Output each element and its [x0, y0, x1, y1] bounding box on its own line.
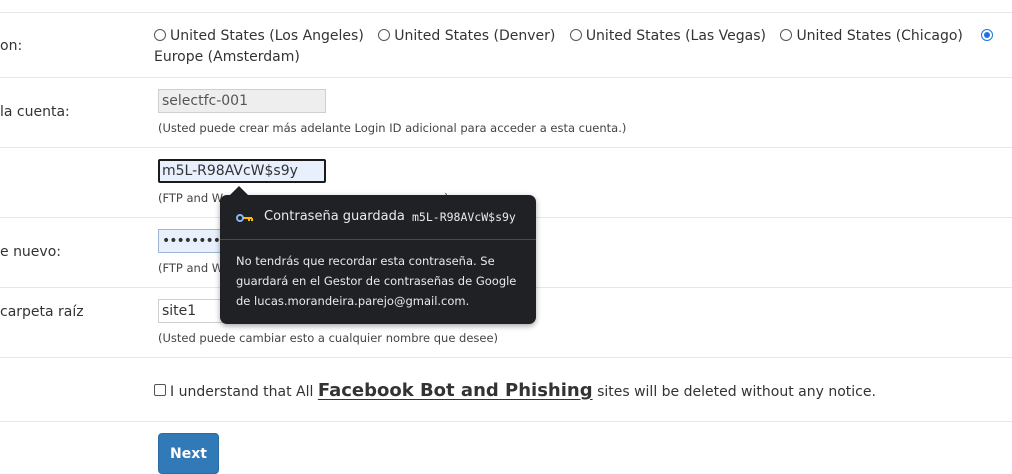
- radio-label: United States (Las Vegas): [585, 28, 766, 44]
- terms-checkbox[interactable]: [154, 384, 166, 396]
- terms-prefix: I understand that All: [170, 384, 314, 400]
- radio-label: United States (Chicago): [796, 28, 963, 44]
- password-help-text: (FTP and W: [158, 191, 224, 205]
- location-label: on:: [0, 38, 23, 54]
- radio-button[interactable]: [154, 29, 166, 41]
- password-repeat-label: e nuevo:: [0, 244, 61, 260]
- radio-button-selected[interactable]: [981, 29, 994, 41]
- root-folder-help: (Usted puede cambiar esto a cualquier no…: [158, 331, 499, 345]
- password-saved-popup: Contraseña guardada m5L-R98AVcW$s9y No t…: [220, 195, 536, 324]
- password-input[interactable]: m5L-R98AVcW$s9y: [158, 159, 326, 183]
- location-radio-group: United States (Los Angeles) United State…: [154, 26, 1004, 68]
- root-folder-label: carpeta raíz: [0, 304, 84, 320]
- next-button[interactable]: Next: [158, 433, 219, 474]
- row-divider: [0, 77, 1012, 78]
- radio-option-chicago[interactable]: United States (Chicago): [780, 28, 963, 44]
- row-divider: [0, 421, 1012, 422]
- radio-button[interactable]: [378, 29, 391, 41]
- facebook-bot-phishing-link[interactable]: Facebook Bot and Phishing: [318, 380, 593, 401]
- radio-option-denver[interactable]: United States (Denver): [378, 28, 555, 44]
- account-label: la cuenta:: [0, 104, 70, 120]
- popup-password: m5L-R98AVcW$s9y: [412, 210, 516, 224]
- row-divider: [0, 147, 1012, 148]
- terms-suffix: sites will be deleted without any notice…: [597, 384, 876, 400]
- popup-title: Contraseña guardada: [264, 209, 405, 224]
- password-repeat-help: (FTP and W: [158, 261, 224, 275]
- login-id-input[interactable]: selectfc-001: [158, 89, 326, 113]
- popup-body: No tendrás que recordar esta contraseña.…: [236, 254, 517, 308]
- row-divider: [0, 357, 1012, 358]
- radio-option-los-angeles[interactable]: United States (Los Angeles): [154, 28, 364, 44]
- radio-button[interactable]: [780, 29, 793, 41]
- radio-option-las-vegas[interactable]: United States (Las Vegas): [569, 28, 766, 44]
- login-id-help: (Usted puede crear más adelante Login ID…: [158, 121, 627, 135]
- key-icon: [236, 214, 253, 222]
- radio-label: United States (Denver): [394, 28, 556, 44]
- popup-header: Contraseña guardada m5L-R98AVcW$s9y: [236, 209, 526, 227]
- radio-label: United States (Los Angeles): [170, 28, 364, 44]
- terms-row: I understand that All Facebook Bot and P…: [154, 380, 876, 401]
- radio-button[interactable]: [569, 29, 582, 41]
- row-divider: [0, 12, 1012, 13]
- popup-divider: [220, 239, 536, 240]
- radio-label: Europe (Amsterdam): [154, 49, 300, 65]
